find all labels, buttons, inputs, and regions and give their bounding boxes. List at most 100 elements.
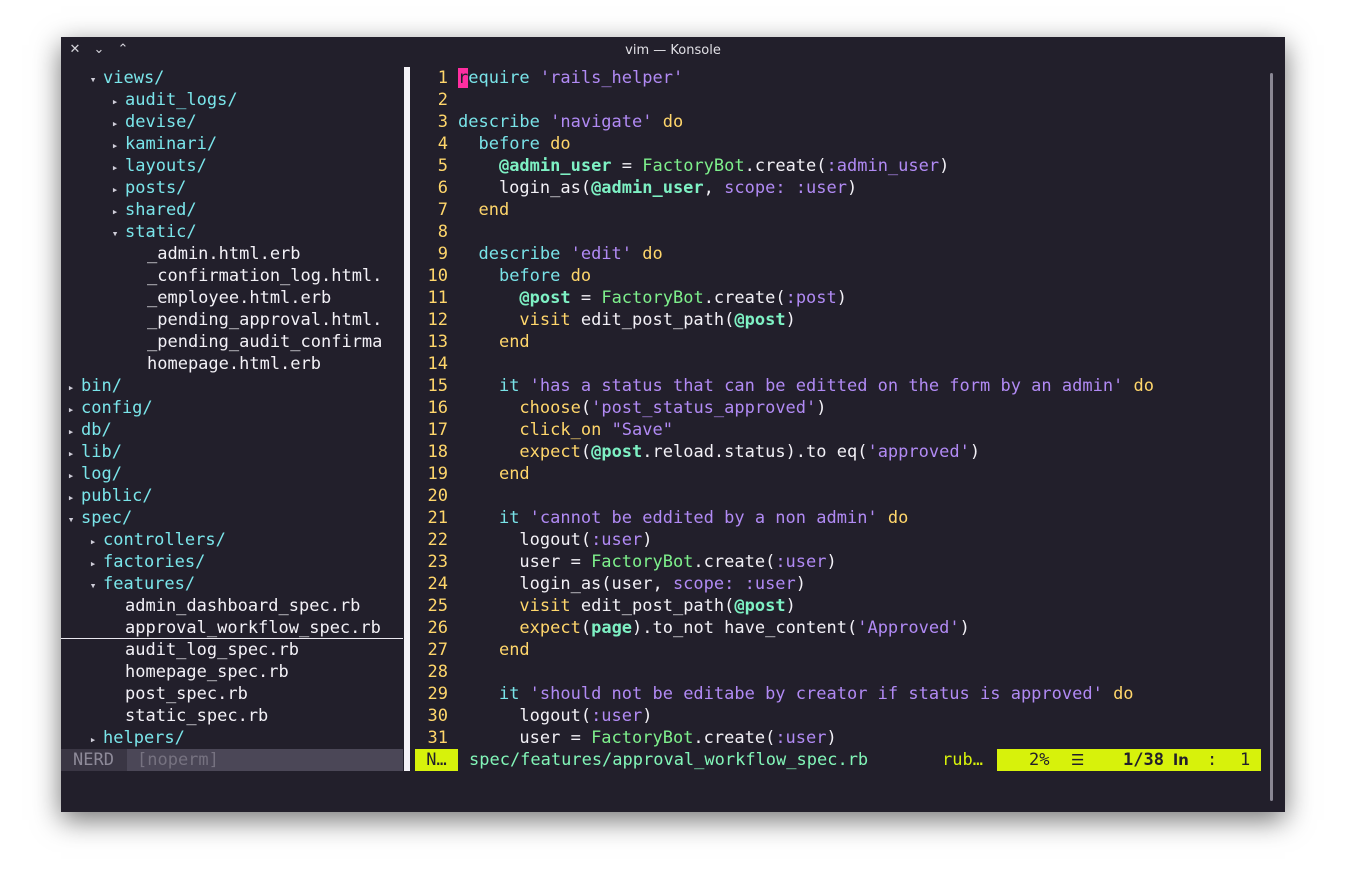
code-token: .create(: [693, 552, 776, 572]
tree-dir-item[interactable]: ▸ public/: [61, 485, 403, 507]
line-number: 3: [437, 112, 448, 132]
code-line[interactable]: 16 choose('post_status_approved'): [410, 397, 1272, 419]
tree-dir-item[interactable]: ▸ log/: [61, 463, 403, 485]
tree-item-label: lib/: [81, 442, 122, 462]
code-line[interactable]: 14: [410, 353, 1272, 375]
tree-dir-item[interactable]: ▸ config/: [61, 397, 403, 419]
tree-dir-item[interactable]: ▸ bin/: [61, 375, 403, 397]
code-line[interactable]: 20: [410, 485, 1272, 507]
code-line[interactable]: 9 describe 'edit' do: [410, 243, 1272, 265]
tree-dir-item[interactable]: ▸ kaminari/: [61, 133, 403, 155]
code-token: 'Approved': [857, 618, 960, 638]
tree-file-item[interactable]: admin_dashboard_spec.rb: [61, 595, 403, 617]
line-number: 22: [427, 530, 448, 550]
tree-file-item[interactable]: _pending_audit_confirma: [61, 331, 403, 353]
code-token: 'rails_helper': [539, 68, 684, 88]
tree-item-label: db/: [81, 420, 112, 440]
code-line[interactable]: 24 login_as(user, scope: :user): [410, 573, 1272, 595]
code-line[interactable]: 12 visit edit_post_path(@post): [410, 309, 1272, 331]
code-line[interactable]: 15 it 'has a status that can be editted …: [410, 375, 1272, 397]
code-line[interactable]: 13 end: [410, 331, 1272, 353]
code-token: logout(: [458, 706, 592, 726]
code-text: user = FactoryBot.create(:user): [458, 727, 836, 749]
tree-dir-item[interactable]: ▸ controllers/: [61, 529, 403, 551]
tree-file-item[interactable]: approval_workflow_spec.rb: [61, 617, 403, 639]
tree-file-item[interactable]: homepage_spec.rb: [61, 661, 403, 683]
code-line[interactable]: 22 logout(:user): [410, 529, 1272, 551]
expanded-arrow-icon: ▾: [89, 73, 97, 86]
nerdtree-panel[interactable]: ▾ views/ ▸ audit_logs/ ▸ devise/ ▸ kaminari/ ▸ la…: [61, 67, 403, 749]
code-line[interactable]: 29 it 'should not be editabe by creator …: [410, 683, 1272, 705]
line-number: 31: [427, 728, 448, 748]
tree-item-label: _confirmation_log.html.: [147, 266, 383, 286]
code-line[interactable]: 6 login_as(@admin_user, scope: :user): [410, 177, 1272, 199]
tree-dir-item[interactable]: ▸ factories/: [61, 551, 403, 573]
tree-dir-item[interactable]: ▸ shared/: [61, 199, 403, 221]
code-line[interactable]: 7 end: [410, 199, 1272, 221]
tree-dir-item[interactable]: ▾ static/: [61, 221, 403, 243]
scrollbar[interactable]: [1270, 73, 1273, 801]
tree-item-label: _pending_approval.html.: [147, 310, 383, 330]
line-number: 11: [427, 288, 448, 308]
tree-file-item[interactable]: _pending_approval.html.: [61, 309, 403, 331]
tree-file-item[interactable]: homepage.html.erb: [61, 353, 403, 375]
code-token: describe: [478, 244, 571, 264]
tree-file-item[interactable]: _employee.html.erb: [61, 287, 403, 309]
code-line[interactable]: 3 describe 'navigate' do: [410, 111, 1272, 133]
collapsed-arrow-icon: ▸: [89, 535, 97, 548]
code-line[interactable]: 17 click_on "Save": [410, 419, 1272, 441]
code-line[interactable]: 31 user = FactoryBot.create(:user): [410, 727, 1272, 749]
tree-file-item[interactable]: audit_log_spec.rb: [61, 639, 403, 661]
code-line[interactable]: 26 expect(page).to_not have_content('App…: [410, 617, 1272, 639]
code-line[interactable]: 2: [410, 89, 1272, 111]
line-number: 4: [437, 134, 448, 154]
code-token: edit_post_path(: [570, 596, 735, 616]
tree-dir-item[interactable]: ▸ devise/: [61, 111, 403, 133]
code-line[interactable]: 11 @post = FactoryBot.create(:post): [410, 287, 1272, 309]
code-token: =: [570, 288, 602, 308]
code-line[interactable]: 19 end: [410, 463, 1272, 485]
code-editor[interactable]: 1 require 'rails_helper' 2 3 describe 'navig…: [410, 67, 1272, 749]
tree-dir-item[interactable]: ▸ db/: [61, 419, 403, 441]
collapsed-arrow-icon: ▸: [89, 733, 97, 746]
code-line[interactable]: 10 before do: [410, 265, 1272, 287]
code-line[interactable]: 8: [410, 221, 1272, 243]
code-line[interactable]: 21 it 'cannot be eddited by a non admin'…: [410, 507, 1272, 529]
code-token: :user: [591, 706, 643, 726]
tree-file-item[interactable]: _admin.html.erb: [61, 243, 403, 265]
code-line[interactable]: 25 visit edit_post_path(@post): [410, 595, 1272, 617]
code-line[interactable]: 18 expect(@post.reload.status).to eq('ap…: [410, 441, 1272, 463]
tree-dir-item[interactable]: ▸ layouts/: [61, 155, 403, 177]
code-line[interactable]: 27 end: [410, 639, 1272, 661]
tree-dir-item[interactable]: ▸ helpers/: [61, 727, 403, 749]
code-text: describe 'navigate' do: [458, 111, 683, 133]
line-number: 20: [427, 486, 448, 506]
code-token: login_as(user,: [458, 574, 673, 594]
tree-dir-item[interactable]: ▸ audit_logs/: [61, 89, 403, 111]
tree-dir-item[interactable]: ▸ posts/: [61, 177, 403, 199]
tree-file-item[interactable]: _confirmation_log.html.: [61, 265, 403, 287]
code-text: end: [458, 463, 530, 485]
tree-file-item[interactable]: post_spec.rb: [61, 683, 403, 705]
code-token: ): [785, 310, 796, 330]
code-line[interactable]: 5 @admin_user = FactoryBot.create(:admin…: [410, 155, 1272, 177]
tree-dir-item[interactable]: ▾ spec/: [61, 507, 403, 529]
code-token: .create(: [703, 288, 786, 308]
tree-dir-item[interactable]: ▸ lib/: [61, 441, 403, 463]
code-token: 'should not be editabe by creator if sta…: [529, 684, 1103, 704]
code-line[interactable]: 23 user = FactoryBot.create(:user): [410, 551, 1272, 573]
code-token: ): [642, 530, 653, 550]
code-line[interactable]: 28: [410, 661, 1272, 683]
tree-file-item[interactable]: static_spec.rb: [61, 705, 403, 727]
code-line[interactable]: 1 require 'rails_helper': [410, 67, 1272, 89]
code-line[interactable]: 30 logout(:user): [410, 705, 1272, 727]
tree-dir-item[interactable]: ▾ views/: [61, 67, 403, 89]
tree-item-label: factories/: [103, 552, 206, 572]
code-line[interactable]: 4 before do: [410, 133, 1272, 155]
code-token: do: [652, 112, 684, 132]
tree-item-label: controllers/: [103, 530, 226, 550]
code-token: :admin_user: [826, 156, 940, 176]
tree-dir-item[interactable]: ▾ features/: [61, 573, 403, 595]
